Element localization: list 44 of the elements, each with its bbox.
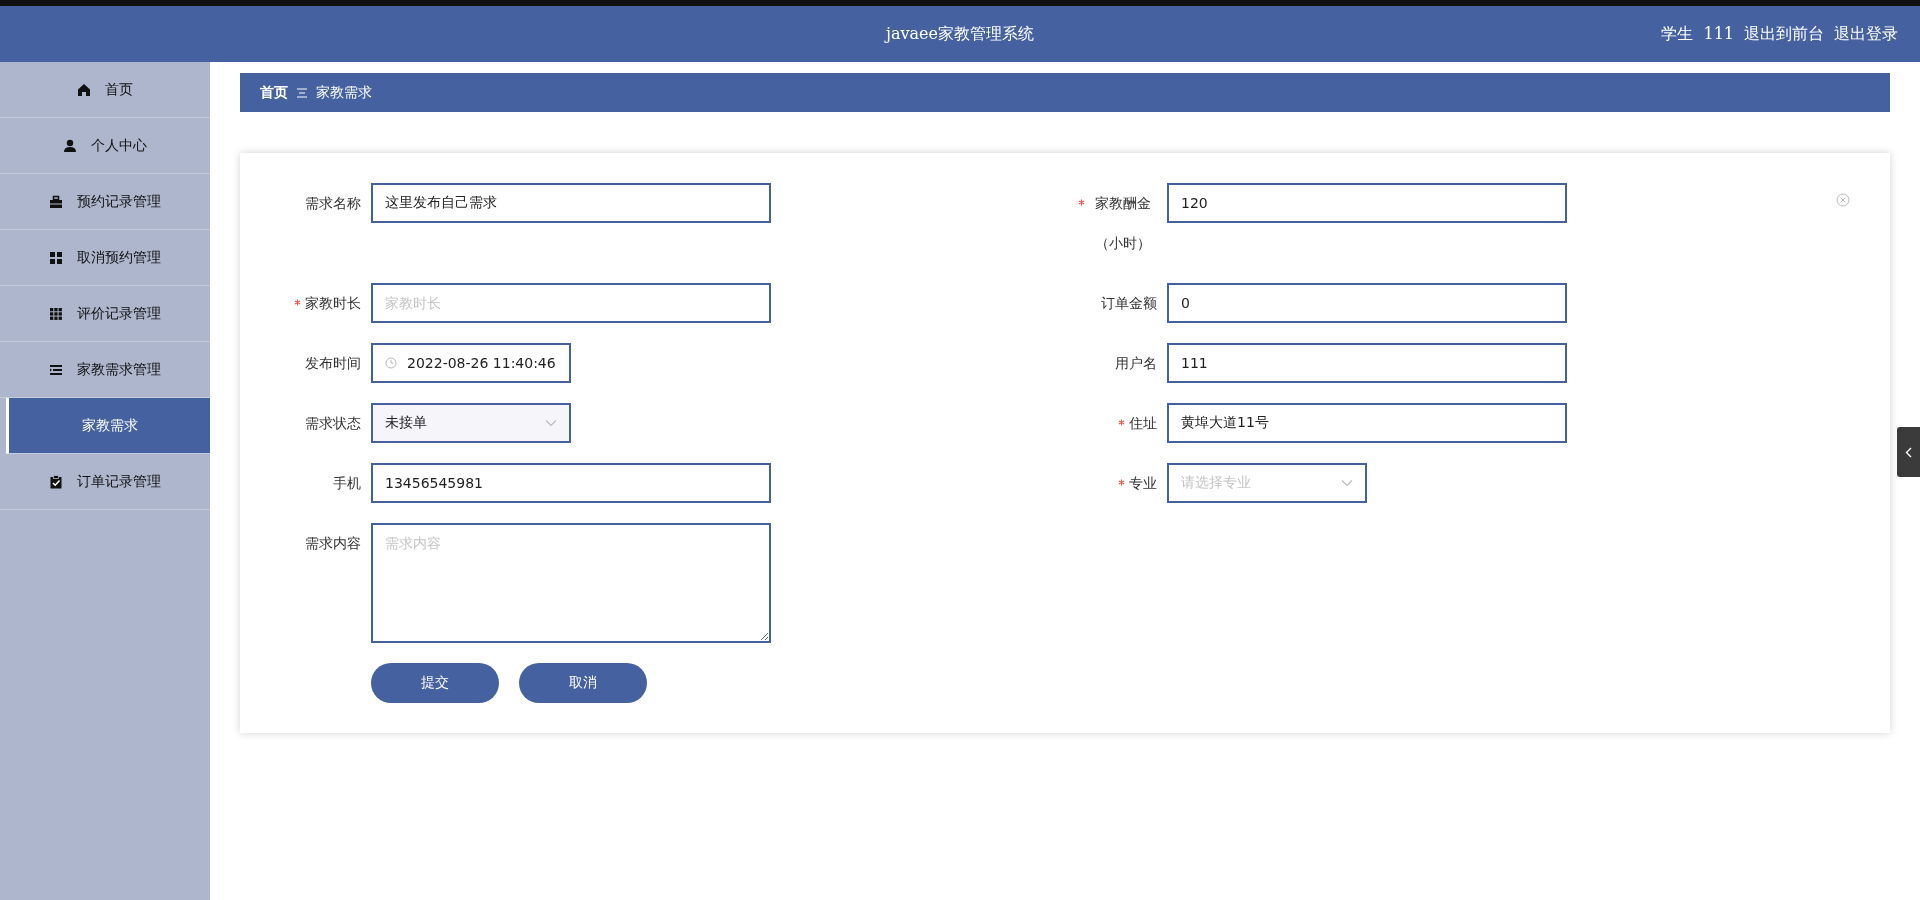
clock-icon [385,357,397,369]
field-label: 订单金额 [1101,294,1157,313]
field-label: 发布时间 [305,354,361,373]
grid-icon [49,306,63,321]
input-field[interactable]: 120 [1167,183,1567,223]
input-field[interactable]: 0 [1167,283,1567,323]
field-label: 需求名称 [305,194,361,213]
breadcrumb-link[interactable]: 首页 [260,83,288,102]
header-link[interactable]: 退出到前台 [1744,23,1824,45]
input-field[interactable]: 111 [1167,343,1567,383]
field-label: 需求状态 [305,414,361,433]
form-button[interactable]: 取消 [519,663,647,703]
briefcase-icon [49,194,63,209]
input-field[interactable]: 家教时长 [371,283,771,323]
select-field[interactable]: 未接单 [371,403,571,443]
field-label: 专业 [1129,474,1157,493]
input-field[interactable]: 13456545981 [371,463,771,503]
chevron-down-icon [1341,479,1353,487]
home-icon [77,82,91,97]
app-title: javaee家教管理系统 [886,23,1034,45]
user-name: 111 [1703,23,1734,45]
field-label: 住址 [1129,414,1157,433]
chevron-left-icon [1905,446,1912,458]
chevron-down-icon [545,419,557,427]
header-link[interactable]: 退出登录 [1834,23,1898,45]
form-button[interactable]: 提交 [371,663,499,703]
breadcrumb-link[interactable]: 家教需求 [316,83,372,102]
field-label: 需求内容 [305,534,361,553]
sidebar-subitem[interactable]: 家教需求 [6,398,210,454]
field-label: 家教酬金（小时） [1094,194,1152,253]
date-field[interactable]: 2022-08-26 11:40:46 [371,343,571,383]
input-field[interactable]: 这里发布自己需求 [371,183,771,223]
user-role: 学生 [1661,23,1694,45]
field-label: 手机 [333,474,361,493]
separator-icon [296,87,308,98]
list-icon [49,362,63,377]
textarea-field[interactable]: 需求内容 [371,523,771,643]
clipboard-icon [49,474,63,489]
grid-icon [49,250,63,265]
input-field[interactable]: 黄埠大道11号 [1167,403,1567,443]
person-icon [63,138,77,153]
collapse-tab[interactable] [1897,427,1920,477]
field-label: 家教时长 [305,294,361,313]
field-label: 用户名 [1115,354,1157,373]
